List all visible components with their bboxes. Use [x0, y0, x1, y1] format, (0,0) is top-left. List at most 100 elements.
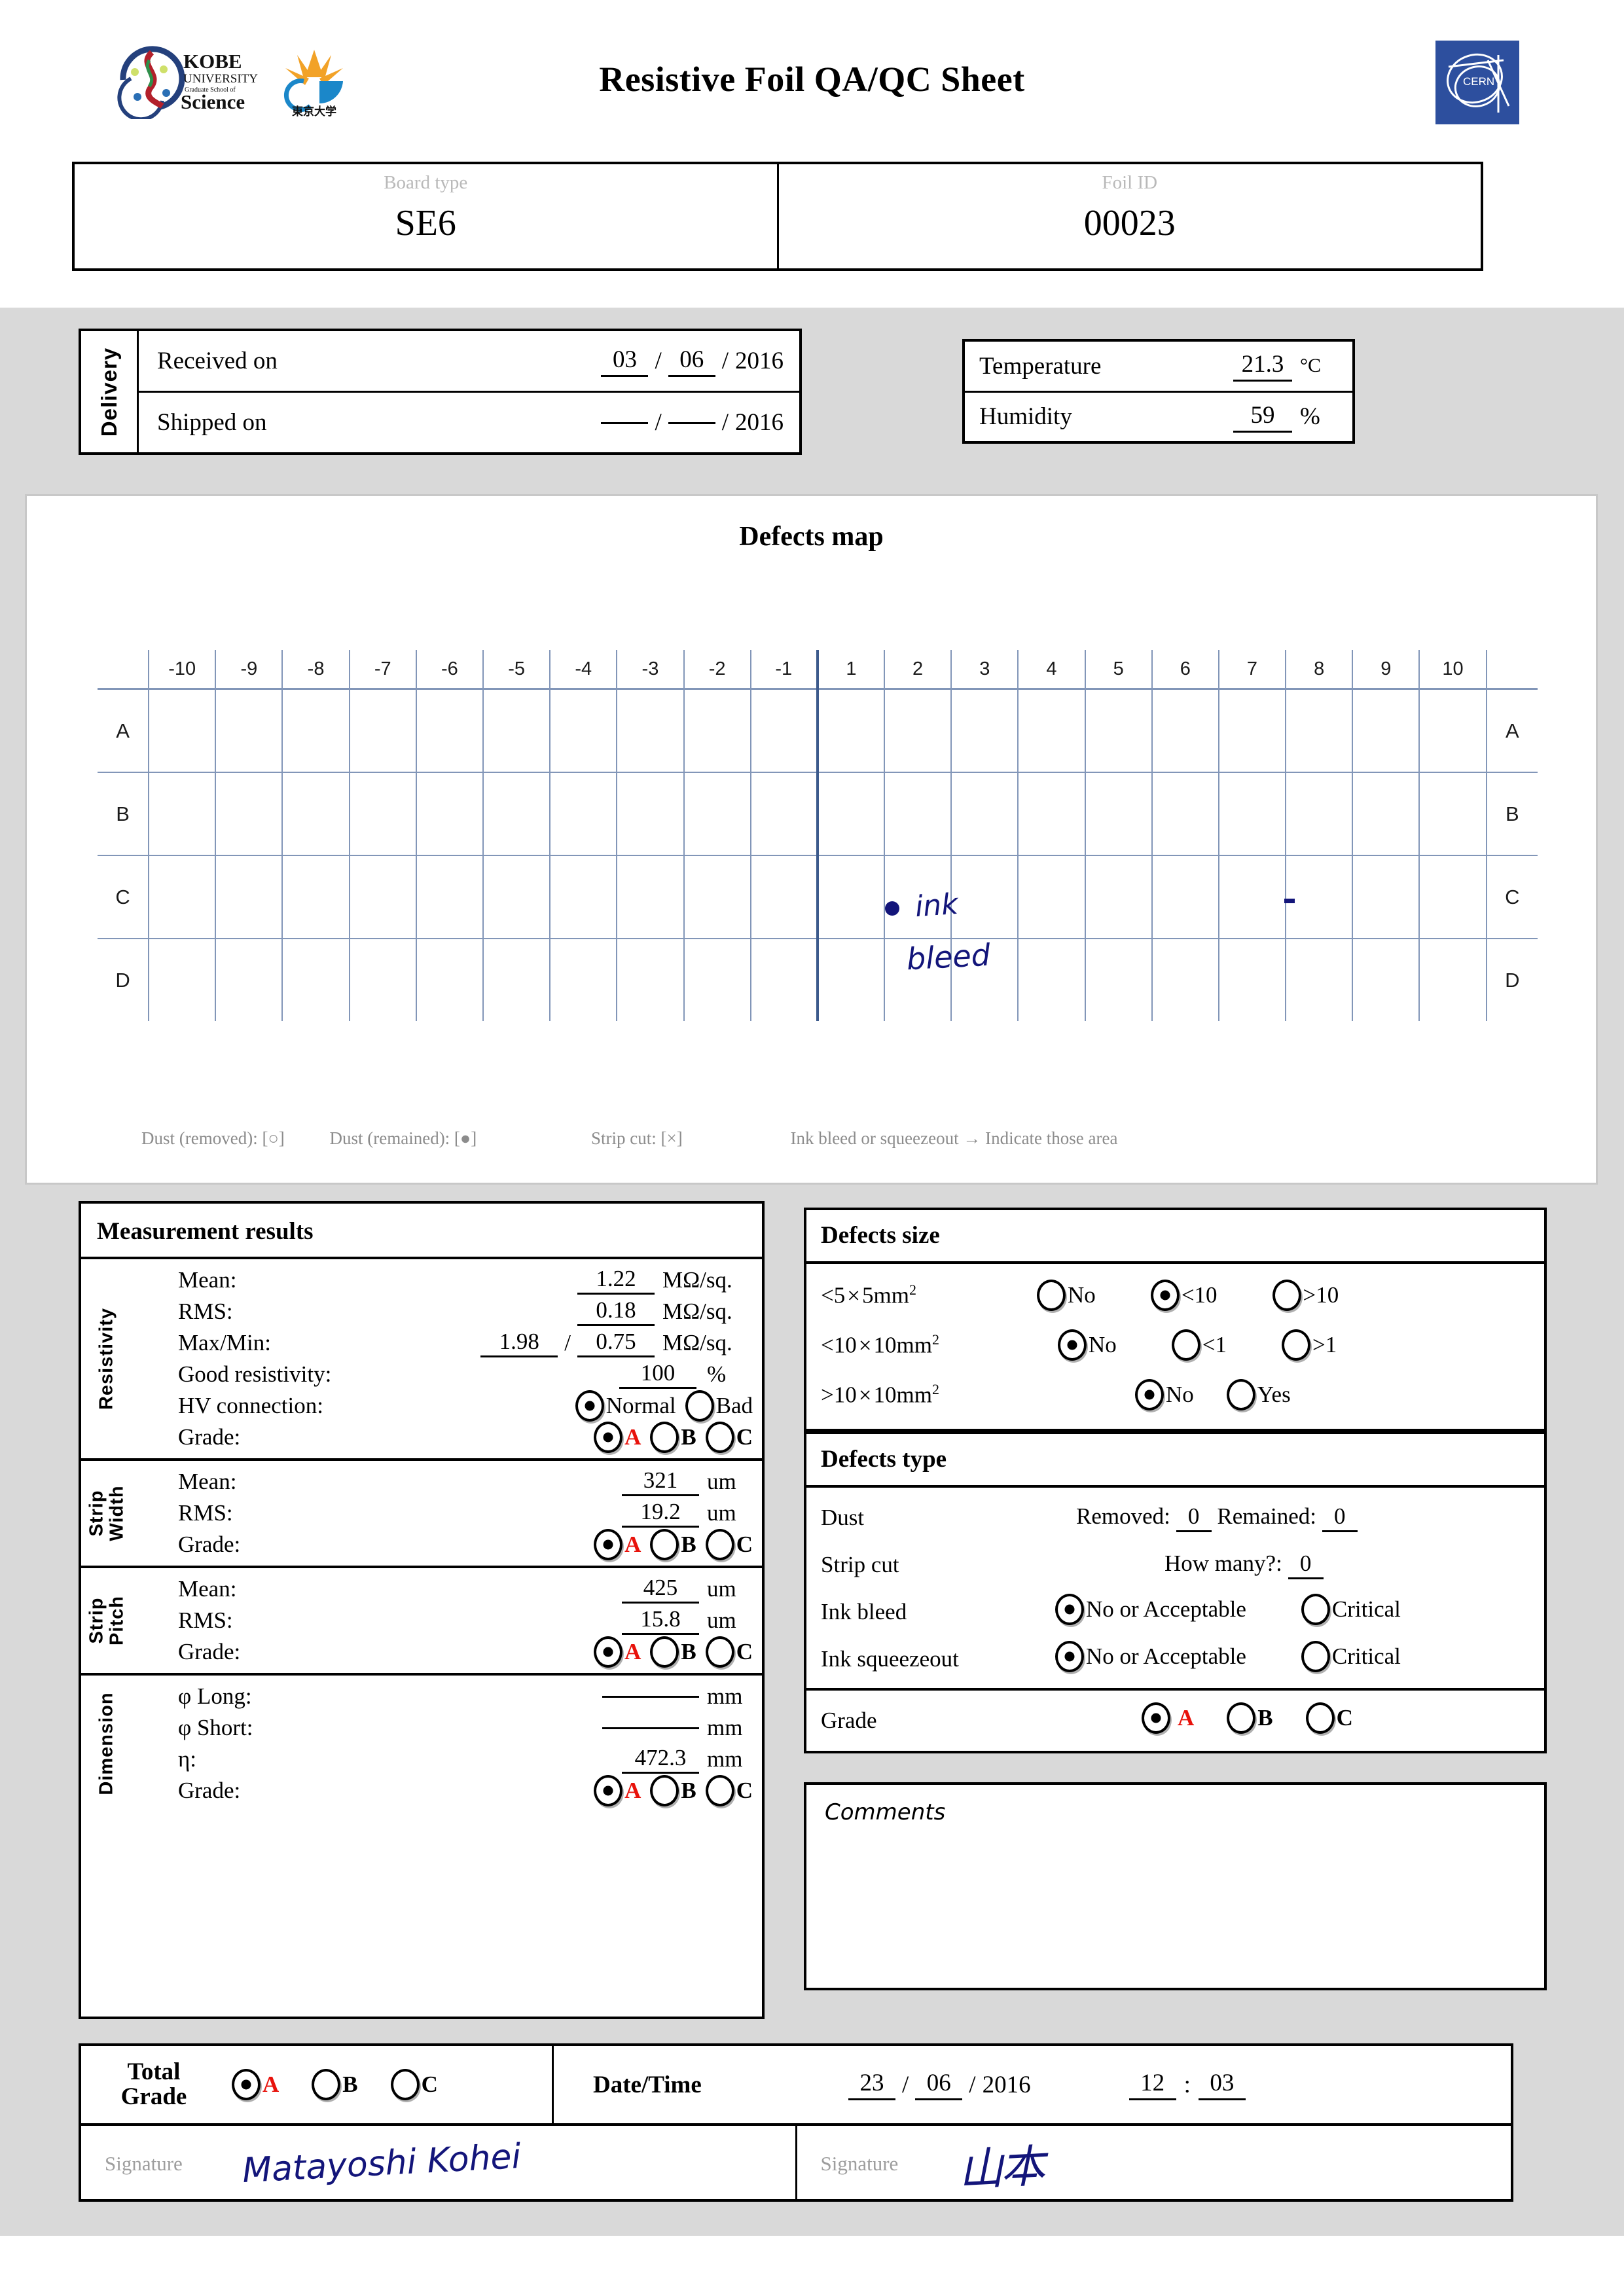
defects-grid-cell[interactable]	[1017, 855, 1086, 939]
dimension-grade-radios[interactable]: A B C	[594, 1775, 753, 1806]
radio-icon[interactable]	[594, 1775, 623, 1806]
defects-grid-cell[interactable]	[348, 855, 417, 939]
defects-grid-cell[interactable]	[148, 855, 217, 939]
defects-grid-cell[interactable]	[950, 688, 1019, 773]
defects-grid-cell[interactable]	[482, 855, 551, 939]
radio-icon[interactable]	[1226, 1379, 1255, 1410]
hv-option-bad[interactable]: Bad	[685, 1390, 753, 1422]
received-month-field[interactable]: 06	[668, 346, 715, 377]
radio-icon[interactable]	[650, 1422, 679, 1453]
radio-icon[interactable]	[1272, 1280, 1301, 1311]
ink-squeezeout-radios[interactable]: No or Acceptable Critical	[1055, 1640, 1401, 1672]
signature-cell-left[interactable]: Signature Matayoshi Kohei	[81, 2126, 795, 2202]
defects-grid-cell[interactable]	[950, 855, 1019, 939]
resistivity-grade-radios[interactable]: A B C	[594, 1422, 753, 1453]
defects-grid-cell[interactable]	[215, 772, 283, 856]
defects-grid-cell[interactable]	[281, 688, 350, 773]
total-grade-b[interactable]: B	[312, 2069, 358, 2100]
radio-icon[interactable]	[232, 2069, 261, 2100]
ink-bleed-option-critical[interactable]: Critical	[1301, 1593, 1401, 1625]
defects-grid-cell[interactable]	[1218, 688, 1287, 773]
dust-remained-value[interactable]: 0	[1322, 1503, 1358, 1532]
resistivity-grade-c[interactable]: C	[705, 1422, 753, 1453]
defects-grid-cell[interactable]	[749, 688, 818, 773]
size-5x5-option-gt10[interactable]: >10	[1272, 1280, 1339, 1311]
defects-grid-cell[interactable]	[1352, 688, 1420, 773]
defects-grid-cell[interactable]	[549, 688, 618, 773]
humidity-value[interactable]: 59	[1233, 401, 1292, 433]
defects-grid-cell[interactable]	[683, 688, 751, 773]
eta-value[interactable]: 472.3	[622, 1745, 699, 1774]
defects-grid-cell[interactable]	[1084, 772, 1153, 856]
radio-icon[interactable]	[575, 1390, 604, 1422]
defects-grid-cell[interactable]	[348, 772, 417, 856]
strip-width-grade-a[interactable]: A	[594, 1529, 641, 1560]
resistivity-grade-b[interactable]: B	[650, 1422, 696, 1453]
defects-grid-cell[interactable]	[1352, 855, 1420, 939]
defects-size-gt10x10-radios[interactable]: No Yes	[1135, 1379, 1291, 1410]
defects-grid-cell[interactable]	[1418, 855, 1487, 939]
radio-icon[interactable]	[1301, 1640, 1330, 1672]
strip-pitch-grade-radios[interactable]: A B C	[594, 1636, 753, 1668]
dust-removed-value[interactable]: 0	[1176, 1503, 1212, 1532]
defects-grid-cell[interactable]	[215, 938, 283, 1021]
defects-grid-cell[interactable]	[348, 688, 417, 773]
defects-grid-cell[interactable]	[1151, 772, 1219, 856]
defects-grid-cell[interactable]	[281, 772, 350, 856]
temperature-value[interactable]: 21.3	[1233, 350, 1292, 382]
total-grade-a[interactable]: A	[232, 2069, 279, 2100]
defects-grid-cell[interactable]	[415, 688, 484, 773]
radio-icon[interactable]	[650, 1636, 679, 1668]
ink-squeezeout-option-acceptable[interactable]: No or Acceptable	[1055, 1640, 1246, 1672]
strip-width-grade-radios[interactable]: A B C	[594, 1529, 753, 1560]
radio-icon[interactable]	[1037, 1280, 1066, 1311]
defects-grid-cell[interactable]	[148, 688, 217, 773]
defects-grid-cell[interactable]	[549, 772, 618, 856]
defects-grid-cell[interactable]	[415, 855, 484, 939]
strip-width-grade-b[interactable]: B	[650, 1529, 696, 1560]
radio-icon[interactable]	[312, 2069, 341, 2100]
defects-grid-cell[interactable]	[884, 855, 952, 939]
defects-grid-cell[interactable]	[1084, 855, 1153, 939]
strip-pitch-grade-b[interactable]: B	[650, 1636, 696, 1668]
strip-width-mean-value[interactable]: 321	[622, 1467, 699, 1496]
defects-grid-cell[interactable]	[549, 855, 618, 939]
defects-grid-cell[interactable]	[1151, 938, 1219, 1021]
radio-icon[interactable]	[650, 1775, 679, 1806]
resistivity-rms-value[interactable]: 0.18	[577, 1297, 655, 1326]
radio-icon[interactable]	[1058, 1329, 1087, 1361]
defects-grid-cell[interactable]	[1352, 772, 1420, 856]
radio-icon[interactable]	[1171, 1329, 1200, 1361]
defects-grid-cell[interactable]	[1285, 688, 1354, 773]
dimension-grade-a[interactable]: A	[594, 1775, 641, 1806]
total-grade-c[interactable]: C	[390, 2069, 438, 2100]
defects-grid-cell[interactable]	[148, 938, 217, 1021]
phi-short-value[interactable]	[602, 1727, 699, 1729]
defects-type-grade-c[interactable]: C	[1305, 1702, 1353, 1734]
defects-grid-cell[interactable]	[215, 688, 283, 773]
defects-grid-cell[interactable]	[1084, 938, 1153, 1021]
defects-grid-cell[interactable]	[1084, 688, 1153, 773]
defects-grid-cell[interactable]	[1285, 772, 1354, 856]
defects-grid-cell[interactable]	[616, 938, 685, 1021]
defects-grid-cell[interactable]	[1151, 855, 1219, 939]
defects-grid-cell[interactable]	[1218, 772, 1287, 856]
resistivity-grade-a[interactable]: A	[594, 1422, 641, 1453]
radio-icon[interactable]	[1150, 1280, 1180, 1311]
ink-bleed-radios[interactable]: No or Acceptable Critical	[1055, 1593, 1401, 1625]
radio-icon[interactable]	[594, 1636, 623, 1668]
defects-grid-cell[interactable]	[1017, 688, 1086, 773]
phi-long-value[interactable]	[602, 1695, 699, 1698]
defects-grid-cell[interactable]	[749, 772, 818, 856]
size-10x10-option-gt1[interactable]: >1	[1282, 1329, 1337, 1361]
defects-grid-cell[interactable]	[1418, 772, 1487, 856]
radio-icon[interactable]	[650, 1529, 679, 1560]
radio-icon[interactable]	[594, 1529, 623, 1560]
defects-type-grade-b[interactable]: B	[1227, 1702, 1273, 1734]
defects-grid-cell[interactable]	[281, 938, 350, 1021]
radio-icon[interactable]	[705, 1636, 734, 1668]
defects-grid-cell[interactable]	[415, 772, 484, 856]
dimension-grade-b[interactable]: B	[650, 1775, 696, 1806]
defects-grid-cell[interactable]	[616, 855, 685, 939]
defects-grid-cell[interactable]	[950, 772, 1019, 856]
